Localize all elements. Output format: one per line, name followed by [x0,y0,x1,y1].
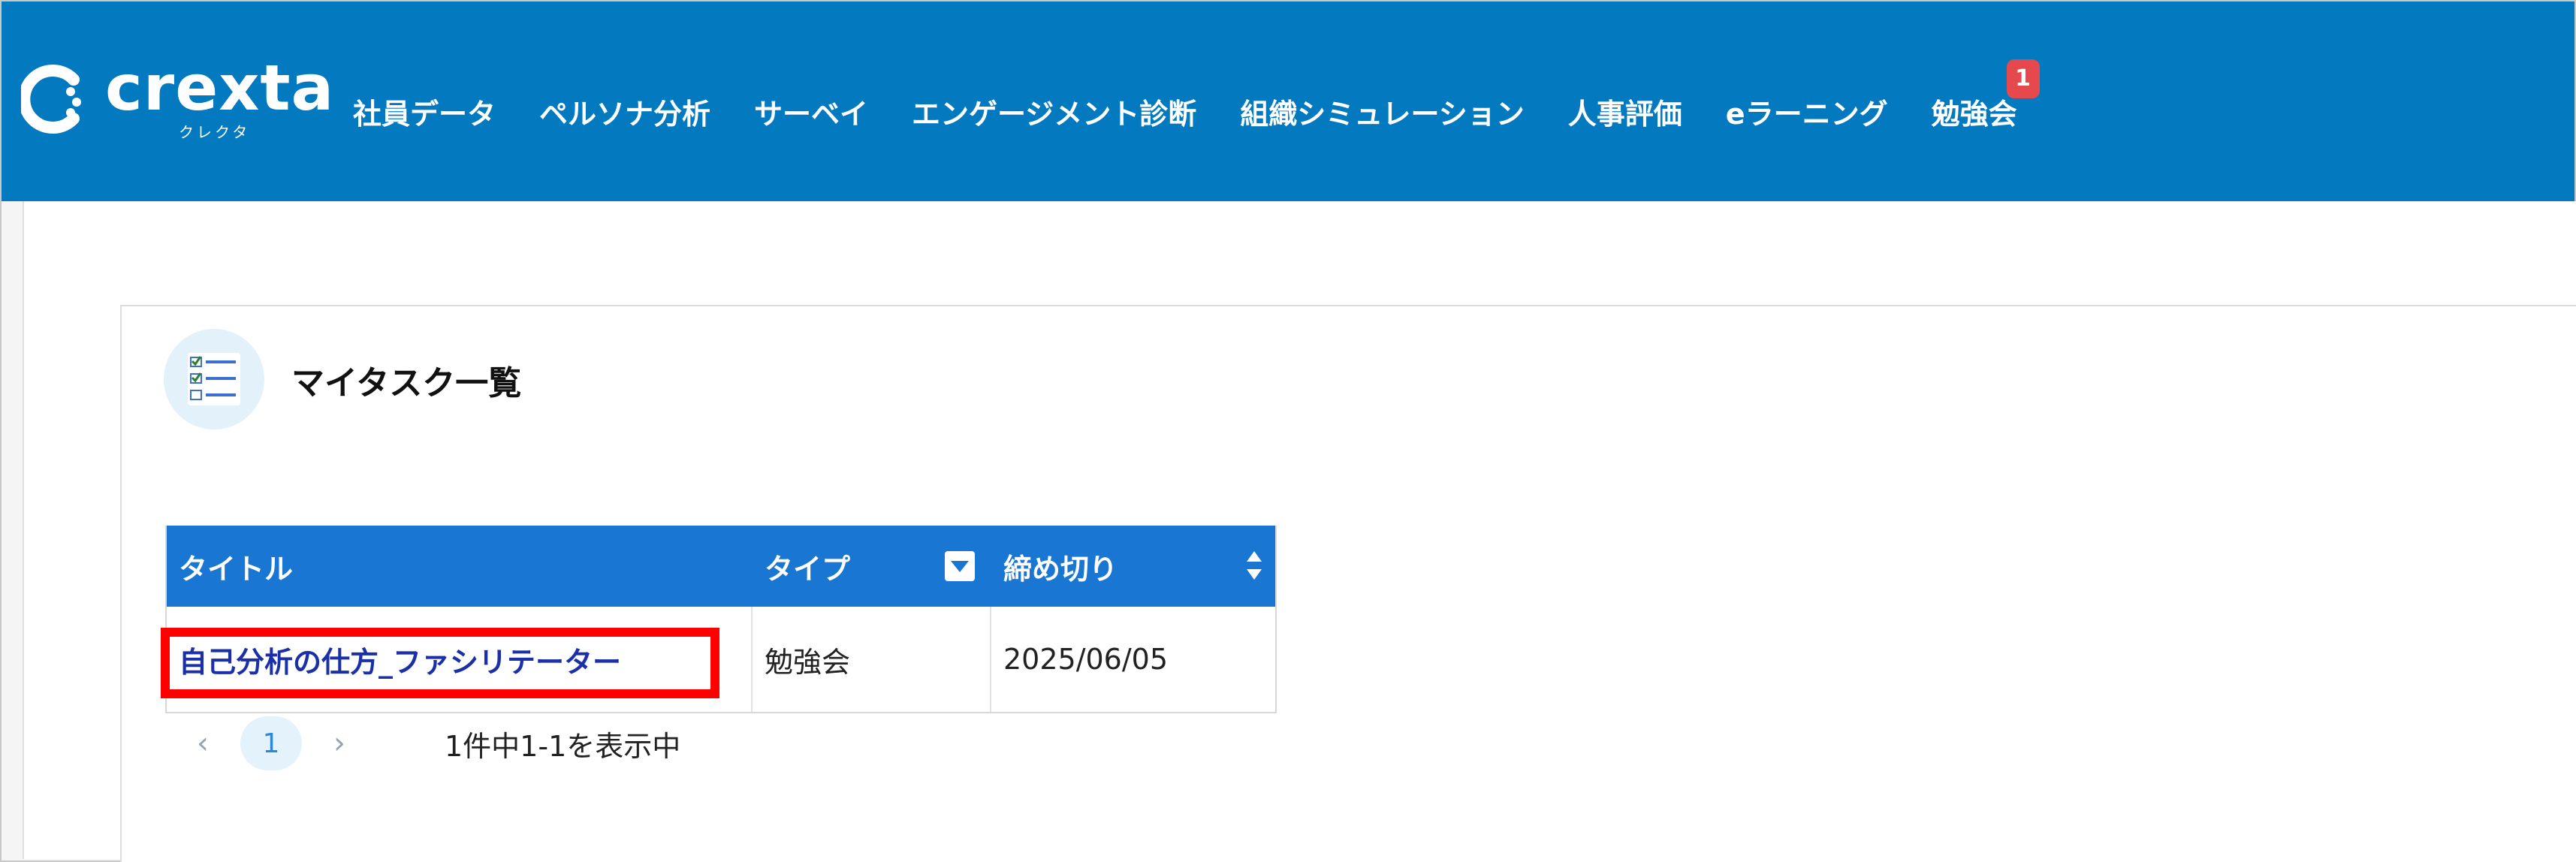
column-header-type: タイプ [753,526,991,607]
column-title-label: タイトル [179,552,294,586]
table-row: 自己分析の仕方_ファシリテーター 勉強会 2025/06/05 [167,607,1275,712]
cell-deadline: 2025/06/05 [1003,643,1169,676]
task-title-link[interactable]: 自己分析の仕方_ファシリテーター [179,639,621,680]
page-title: マイタスク一覧 [291,364,522,402]
notification-badge: 1 [2006,59,2040,98]
logo-mark-icon [21,65,81,134]
page-number-button[interactable]: 1 [240,716,302,770]
logo-text: crexta [105,51,335,125]
nav-item-study-group[interactable]: 勉強会 1 [1931,59,2040,132]
column-type-label: タイプ [765,552,851,586]
filter-dropdown-icon[interactable] [945,551,975,581]
cell-type: 勉強会 [753,607,991,712]
nav-item-org-simulation[interactable]: 組織シミュレーション [1240,91,1524,132]
app-header: crexta クレクタ 社員データ ペルソナ分析 サーベイ エンゲージメント診断… [2,2,2574,201]
sort-icon[interactable] [1245,551,1263,583]
crexta-logo[interactable]: crexta クレクタ [21,51,333,141]
pagination-info: 1件中1-1を表示中 [445,729,681,763]
logo-subtext: クレクタ [179,123,251,141]
main-content: マイタスク一覧 タイトル タイプ 締め切り 自己分析の仕方_ファシリテーター 勉… [23,201,2576,862]
column-header-title: タイトル [167,526,753,607]
table-header: タイトル タイプ 締め切り [167,526,1275,607]
checklist-icon [164,329,264,429]
nav-item-persona-analysis[interactable]: ペルソナ分析 [539,91,710,132]
main-nav: 社員データ ペルソナ分析 サーベイ エンゲージメント診断 組織シミュレーション … [353,59,2061,134]
task-table: タイトル タイプ 締め切り 自己分析の仕方_ファシリテーター 勉強会 2025/… [165,526,1277,713]
nav-item-survey[interactable]: サーベイ [754,91,868,132]
nav-item-hr-evaluation[interactable]: 人事評価 [1568,91,1682,132]
task-card: マイタスク一覧 タイトル タイプ 締め切り 自己分析の仕方_ファシリテーター 勉… [120,305,2576,862]
prev-page-icon[interactable]: ‹ [165,726,240,761]
nav-item-elearning[interactable]: eラーニング [1726,91,1888,132]
cell-title: 自己分析の仕方_ファシリテーター [167,607,753,712]
next-page-icon[interactable]: › [302,726,377,761]
pagination: ‹ 1 › 1件中1-1を表示中 [165,713,680,773]
column-deadline-label: 締め切り [1003,552,1118,586]
column-header-deadline[interactable]: 締め切り [991,526,1275,607]
nav-item-engagement[interactable]: エンゲージメント診断 [912,91,1196,132]
nav-item-study-group-label: 勉強会 [1931,97,2017,131]
nav-item-employee-data[interactable]: 社員データ [353,91,496,132]
